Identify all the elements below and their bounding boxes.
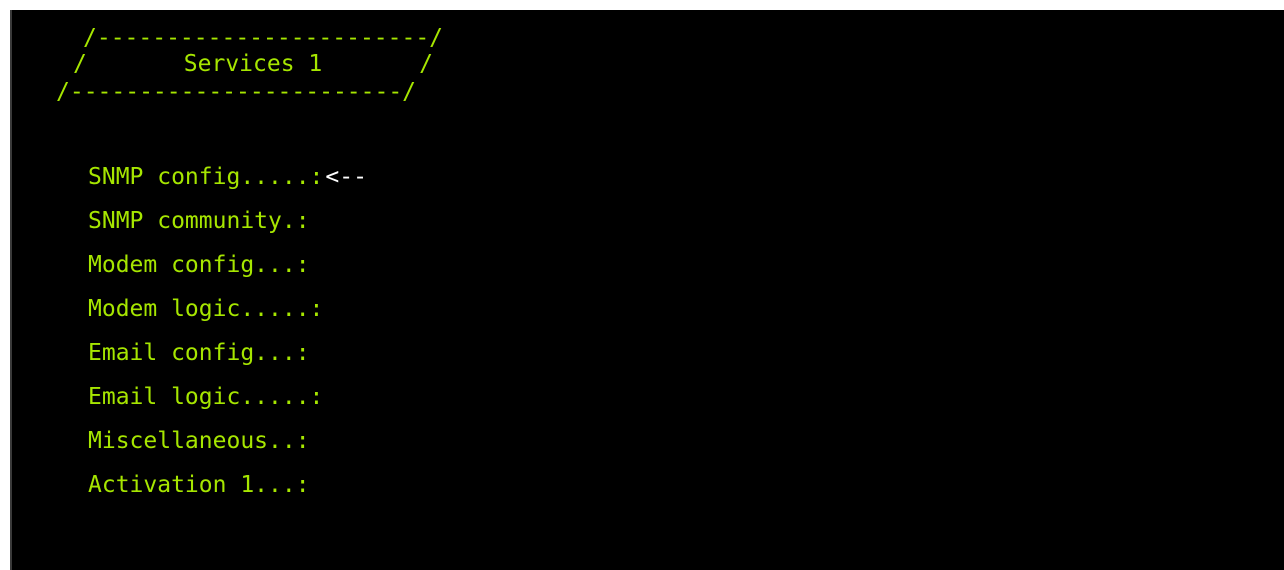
menu-item-snmp-community[interactable]: SNMP community.:: [88, 210, 367, 254]
menu-item-email-logic[interactable]: Email logic.....:: [88, 386, 367, 430]
menu-item-label: Modem config...:: [88, 252, 310, 278]
terminal-window: /------------------------/ / Services 1 …: [10, 10, 1284, 570]
header-border-top: /------------------------/: [83, 25, 444, 51]
menu-item-label: Modem logic.....:: [88, 296, 324, 322]
menu-item-label: Activation 1...:: [88, 472, 310, 498]
menu-item-label: Email config...:: [88, 340, 310, 366]
menu-item-modem-logic[interactable]: Modem logic.....:: [88, 298, 367, 342]
menu-item-snmp-config[interactable]: SNMP config.....: <--: [88, 166, 367, 210]
menu-item-modem-config[interactable]: Modem config...:: [88, 254, 367, 298]
menu-item-label: SNMP config.....:: [88, 164, 324, 190]
menu-item-miscellaneous[interactable]: Miscellaneous..:: [88, 430, 367, 474]
terminal-left-border: [10, 10, 12, 570]
selection-arrow: <--: [325, 164, 367, 190]
menu-item-email-config[interactable]: Email config...:: [88, 342, 367, 386]
services-menu: SNMP config.....: <-- SNMP community.: Mo…: [88, 166, 367, 518]
menu-item-label: SNMP community.:: [88, 208, 310, 234]
menu-item-label: Email logic.....:: [88, 384, 324, 410]
header-border-bottom: /------------------------/: [56, 79, 417, 105]
menu-item-label: Miscellaneous..:: [88, 428, 310, 454]
menu-item-activation-1[interactable]: Activation 1...:: [88, 474, 367, 518]
header-title-line: / Services 1 /: [73, 51, 434, 77]
